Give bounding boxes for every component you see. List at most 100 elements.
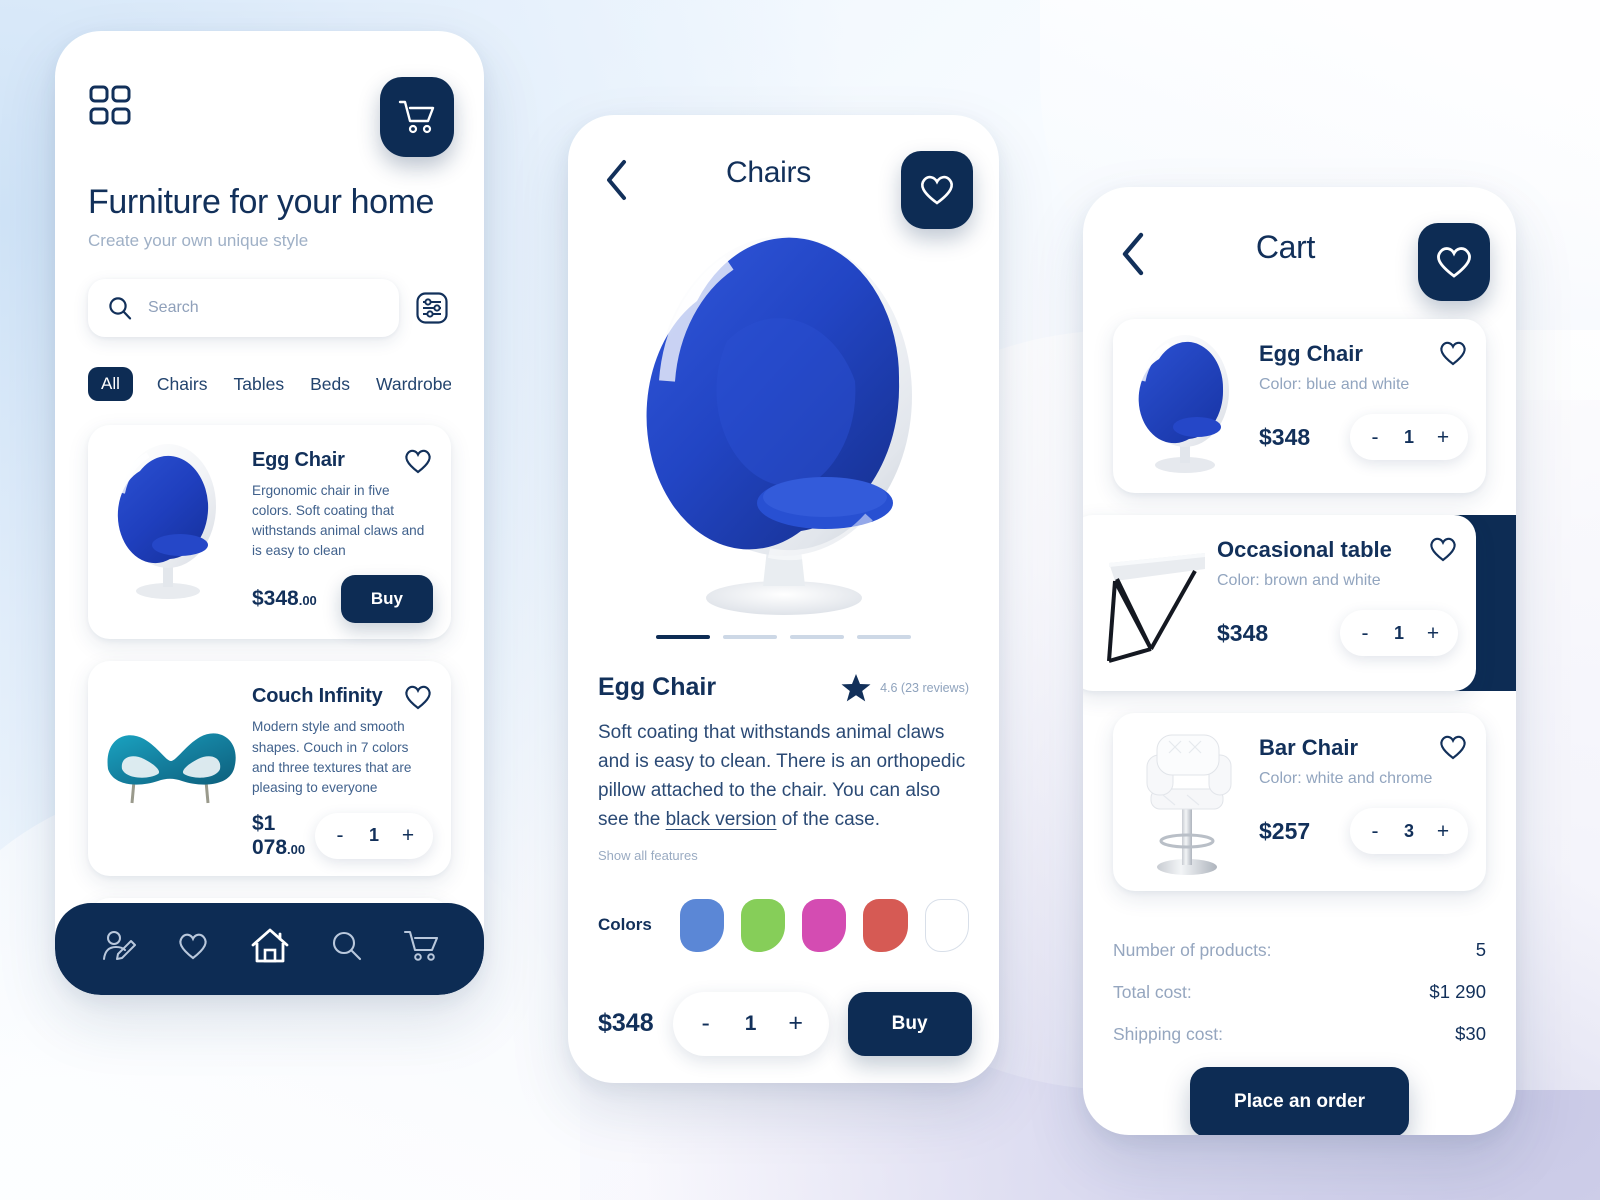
quantity-stepper[interactable]: - 1 +	[1350, 414, 1468, 460]
cart-item-price: $348	[1259, 423, 1311, 450]
search-input[interactable]	[148, 299, 379, 317]
cart-item-color: Color: brown and white	[1217, 572, 1381, 589]
decrease-quantity-button[interactable]: -	[1346, 614, 1384, 652]
nav-home-icon[interactable]	[249, 926, 291, 966]
favorite-heart-icon[interactable]	[1438, 339, 1468, 367]
decrease-quantity-button[interactable]: -	[1356, 418, 1394, 456]
increase-quantity-button[interactable]: +	[1424, 418, 1462, 456]
cart-item-image-egg-chair	[1123, 333, 1251, 479]
decrease-quantity-button[interactable]: -	[1356, 812, 1394, 850]
cart-item-image-bar-chair	[1123, 727, 1251, 877]
cart-item-name: Occasional table	[1217, 537, 1392, 562]
color-swatch-red[interactable]	[863, 898, 908, 952]
tab-all[interactable]: All	[88, 367, 133, 401]
heart-icon	[1433, 243, 1475, 281]
color-swatch-magenta[interactable]	[802, 898, 847, 952]
carousel-dot-1[interactable]	[656, 635, 710, 639]
tab-chairs[interactable]: Chairs	[155, 367, 210, 402]
grid-menu-icon[interactable]	[88, 84, 132, 128]
tab-tables[interactable]: Tables	[231, 367, 286, 402]
carousel-dot-3[interactable]	[790, 635, 844, 639]
product-price: $348	[598, 1009, 654, 1037]
carousel-dot-4[interactable]	[857, 635, 911, 639]
increase-quantity-button[interactable]: +	[1414, 614, 1452, 652]
carousel-dot-2[interactable]	[723, 635, 777, 639]
home-header	[88, 31, 454, 157]
favorite-heart-icon[interactable]	[403, 683, 433, 711]
product-card[interactable]: Couch Infinity Modern style and smooth s…	[88, 661, 451, 876]
cart-item[interactable]: Egg Chair Color: blue and white $348 - 1…	[1113, 319, 1486, 493]
product-image-couch-infinity	[96, 677, 246, 859]
search-box[interactable]	[88, 279, 399, 337]
star-icon	[841, 673, 871, 702]
product-card[interactable]: Egg Chair Ergonomic chair in five colors…	[88, 425, 451, 640]
favorite-button[interactable]	[900, 151, 973, 229]
summary-row: Shipping cost: $30	[1113, 1023, 1486, 1045]
cart-item-image-occasional-table	[1083, 529, 1209, 677]
cart-item-price: $257	[1259, 817, 1311, 844]
decrease-quantity-button[interactable]: -	[678, 996, 734, 1052]
color-swatch-blue[interactable]	[679, 898, 725, 952]
search-icon	[108, 296, 133, 321]
product-detail-screen: Chairs Egg Chair 4.6 (23 reviews) Soft c…	[568, 115, 999, 1083]
quantity-value: 1	[744, 1011, 757, 1035]
cart-item-price: $348	[1217, 619, 1269, 646]
summary-value: 5	[1475, 939, 1486, 960]
product-price: $1 078.00	[252, 811, 306, 859]
show-all-features-link[interactable]: Show all features	[598, 848, 969, 863]
increase-quantity-button[interactable]: +	[768, 996, 824, 1052]
colors-label: Colors	[598, 915, 652, 934]
search-row	[88, 279, 451, 337]
page-subtitle: Create your own unique style	[88, 231, 309, 250]
summary-row: Number of products: 5	[1113, 939, 1486, 961]
cart-title: Cart	[1255, 229, 1316, 265]
cart-icon	[398, 99, 436, 135]
cart-items-list: Egg Chair Color: blue and white $348 - 1…	[1083, 319, 1516, 891]
quantity-stepper[interactable]: - 3 +	[1350, 808, 1468, 854]
color-swatch-green[interactable]	[741, 898, 786, 952]
image-carousel-dots[interactable]	[568, 635, 999, 639]
detail-name-row: Egg Chair 4.6 (23 reviews)	[598, 673, 969, 702]
detail-title: Chairs	[726, 156, 811, 189]
quantity-value: 1	[1393, 622, 1404, 643]
increase-quantity-button[interactable]: +	[1424, 812, 1462, 850]
color-swatch-white[interactable]	[924, 898, 970, 952]
cart-item[interactable]: Bar Chair Color: white and chrome $257 -…	[1113, 713, 1486, 891]
favorite-heart-icon[interactable]	[1438, 733, 1468, 761]
product-description: Modern style and smooth shapes. Couch in…	[252, 719, 412, 795]
buy-button[interactable]: Buy	[340, 575, 433, 624]
quantity-stepper[interactable]: - 1 +	[1340, 610, 1458, 656]
filter-sliders-icon[interactable]	[413, 289, 451, 327]
cart-item-color: Color: blue and white	[1259, 376, 1410, 393]
favorite-heart-icon[interactable]	[1428, 535, 1458, 563]
decrease-quantity-button[interactable]: -	[321, 817, 359, 855]
nav-profile-edit-icon[interactable]	[101, 929, 137, 963]
cart-item-name: Bar Chair	[1259, 735, 1359, 760]
cart-button[interactable]	[380, 77, 454, 157]
tab-wardrobes[interactable]: Wardrobes	[374, 367, 451, 402]
nav-search-icon[interactable]	[330, 929, 364, 963]
summary-label: Shipping cost:	[1113, 1024, 1223, 1044]
favorite-heart-icon[interactable]	[403, 447, 433, 475]
quantity-value: 1	[1403, 426, 1414, 447]
rating: 4.6 (23 reviews)	[841, 673, 969, 702]
page-title: Furniture for your home	[88, 183, 435, 221]
black-version-link[interactable]: black version	[666, 809, 777, 830]
cart-summary: Number of products: 5 Total cost: $1 290…	[1083, 913, 1516, 1135]
quantity-stepper[interactable]: - 1 +	[315, 812, 433, 859]
cart-item[interactable]: Occasional table Color: brown and white …	[1083, 515, 1476, 691]
nav-favorites-heart-icon[interactable]	[176, 930, 210, 962]
heart-icon	[917, 172, 957, 208]
quantity-value: 1	[368, 825, 379, 846]
nav-cart-icon[interactable]	[403, 929, 439, 963]
place-order-button[interactable]: Place an order	[1190, 1067, 1409, 1135]
product-description: Ergonomic chair in five colors. Soft coa…	[252, 483, 425, 559]
back-button[interactable]	[598, 151, 636, 209]
favorite-button[interactable]	[1417, 223, 1490, 301]
back-button[interactable]	[1113, 223, 1153, 285]
tab-beds[interactable]: Beds	[308, 367, 352, 402]
increase-quantity-button[interactable]: +	[389, 817, 427, 855]
cart-item-name: Egg Chair	[1259, 341, 1363, 366]
buy-button[interactable]: Buy	[847, 991, 972, 1056]
quantity-stepper[interactable]: - 1 +	[672, 991, 829, 1056]
